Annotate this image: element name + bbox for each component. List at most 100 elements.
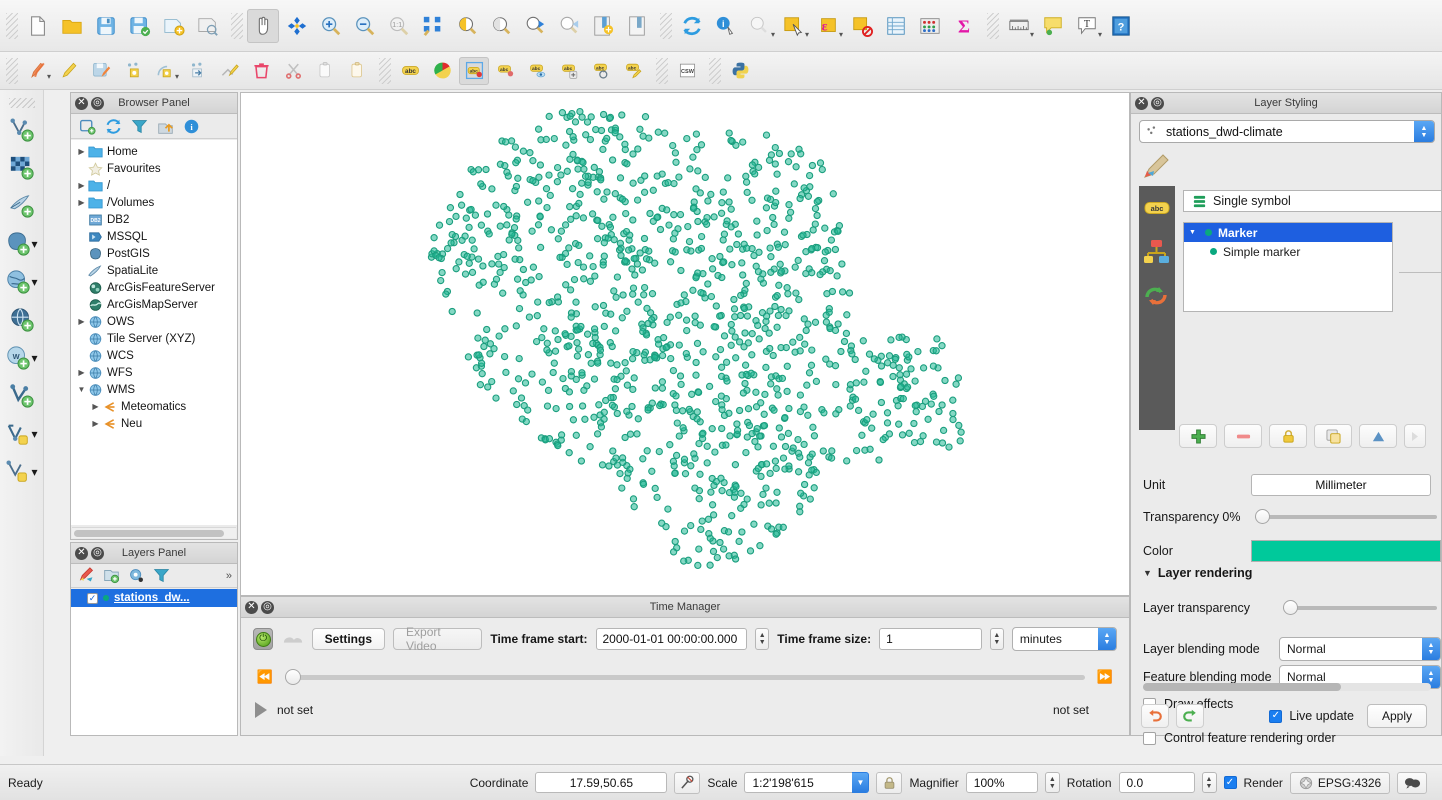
live-update-checkbox[interactable]: ✓ — [1269, 709, 1283, 723]
add-postgis-layer-icon[interactable]: ▾ — [3, 225, 41, 263]
float-icon[interactable]: ◎ — [91, 546, 104, 560]
select-by-expression-icon[interactable]: ε ▾ — [812, 9, 844, 43]
apply-button[interactable]: Apply — [1366, 704, 1427, 728]
magnifier-spinner[interactable]: ▲ ▼ — [1044, 772, 1060, 793]
close-icon[interactable]: ✕ — [1135, 96, 1148, 110]
toolbar-grip[interactable] — [379, 57, 391, 84]
play-button[interactable] — [255, 702, 267, 718]
redo-button[interactable] — [1176, 704, 1204, 728]
chevron-down-icon[interactable]: ▾ — [839, 30, 843, 39]
rotation-spinner[interactable]: ▲ ▼ — [1201, 772, 1217, 793]
color-swatch-button[interactable] — [1251, 540, 1441, 562]
add-wfs-layer-icon[interactable] — [3, 377, 41, 415]
chevron-right-icon[interactable]: ▶ — [75, 368, 88, 377]
toolbar-grip[interactable] — [8, 98, 35, 108]
delete-selected-icon[interactable] — [246, 57, 276, 85]
chevron-down-icon[interactable]: ▾ — [175, 72, 179, 81]
messages-icon[interactable] — [1397, 771, 1428, 794]
layers-list[interactable]: ✓ stations_dw... — [71, 589, 237, 735]
close-icon[interactable]: ✕ — [75, 96, 88, 110]
browser-tree-item[interactable]: ▶ /Volumes — [71, 194, 237, 211]
float-icon[interactable]: ◎ — [261, 600, 274, 614]
pin-labels-icon[interactable]: abc — [491, 57, 521, 85]
layer-rendering-section-header[interactable]: ▼ Layer rendering — [1143, 566, 1441, 580]
toolbar-grip[interactable] — [987, 12, 999, 39]
time-frame-size-spinner[interactable]: ▲ ▼ — [989, 628, 1004, 650]
move-label-icon[interactable]: abc — [555, 57, 585, 85]
rotate-label-icon[interactable]: abc — [587, 57, 617, 85]
save-project-icon[interactable] — [90, 9, 122, 43]
measure-line-icon[interactable]: ▾ — [744, 9, 776, 43]
properties-icon[interactable]: i — [179, 116, 203, 137]
layer-styling-scrollbar[interactable] — [1143, 683, 1431, 691]
zoom-to-selection-icon[interactable] — [451, 9, 483, 43]
save-layer-edits-icon[interactable] — [86, 57, 116, 85]
browser-tree-item[interactable]: ▶ Meteomatics — [71, 398, 237, 415]
chevron-down-icon[interactable]: ▾ — [31, 465, 37, 479]
chevron-right-icon[interactable]: ▶ — [75, 317, 88, 326]
label-icon[interactable]: abc — [395, 57, 425, 85]
pan-to-selection-icon[interactable] — [281, 9, 313, 43]
remove-symbol-layer-button[interactable] — [1224, 424, 1262, 448]
zoom-to-layer-icon[interactable] — [485, 9, 517, 43]
time-frame-start-spinner[interactable]: ▲ ▼ — [755, 628, 770, 650]
deselect-features-icon[interactable] — [846, 9, 878, 43]
collapse-all-icon[interactable] — [153, 116, 177, 137]
fast-forward-icon[interactable]: ⏩ — [1095, 669, 1115, 685]
save-project-as-icon[interactable] — [124, 9, 156, 43]
browser-tree-item[interactable]: MSSQL — [71, 228, 237, 245]
diagrams-tab[interactable] — [1139, 230, 1175, 274]
toolbar-grip[interactable] — [709, 57, 721, 84]
layer-transparency-slider-knob[interactable] — [1283, 600, 1298, 615]
rewind-icon[interactable]: ⏪ — [255, 669, 275, 685]
close-icon[interactable]: ✕ — [75, 546, 88, 560]
time-slider[interactable] — [285, 668, 1085, 685]
chevron-down-icon[interactable]: ▾ — [771, 30, 775, 39]
crs-status-button[interactable]: EPSG:4326 — [1289, 771, 1391, 794]
layer-row[interactable]: ✓ stations_dw... — [71, 589, 237, 607]
add-symbol-layer-button[interactable] — [1179, 424, 1217, 448]
browser-tree-item[interactable]: ▶ WFS — [71, 364, 237, 381]
chevron-right-icon[interactable]: ▶ — [75, 198, 88, 207]
zoom-in-icon[interactable] — [315, 9, 347, 43]
add-raster-layer-icon[interactable] — [3, 149, 41, 187]
open-project-icon[interactable] — [56, 9, 88, 43]
toolbar-grip[interactable] — [231, 12, 243, 39]
zoom-full-icon[interactable] — [417, 9, 449, 43]
time-manager-archive-icon[interactable] — [281, 631, 303, 647]
browser-tree-item[interactable]: ArcGisMapServer — [71, 296, 237, 313]
toolbar-grip[interactable] — [656, 57, 668, 84]
add-wms-layer-icon[interactable] — [3, 301, 41, 339]
browser-tree-item[interactable]: ▶ Neu — [71, 415, 237, 432]
layer-name[interactable]: stations_dw... — [114, 592, 190, 604]
browser-tree-item[interactable]: ArcGisFeatureServer — [71, 279, 237, 296]
zoom-next-icon[interactable] — [553, 9, 585, 43]
lock-scale-icon[interactable] — [876, 771, 903, 794]
field-calculator-icon[interactable] — [914, 9, 946, 43]
modify-attributes-icon[interactable] — [214, 57, 244, 85]
filter-legend-icon[interactable] — [149, 566, 173, 586]
browser-tree-item[interactable]: Tile Server (XYZ) — [71, 330, 237, 347]
renderer-select[interactable]: Single symbol — [1183, 190, 1441, 212]
layer-blending-select[interactable]: Normal ▲ ▼ — [1279, 637, 1441, 661]
control-render-order-checkbox[interactable] — [1143, 731, 1156, 745]
new-print-composer-icon[interactable] — [158, 9, 190, 43]
transparency-slider-knob[interactable] — [1255, 509, 1270, 524]
move-feature-icon[interactable] — [182, 57, 212, 85]
change-label-icon[interactable]: abc — [619, 57, 649, 85]
select-features-icon[interactable]: ▾ — [778, 9, 810, 43]
time-frame-size-field[interactable]: 1 — [879, 628, 982, 650]
map-tips-icon[interactable] — [1037, 9, 1069, 43]
text-annotation-icon[interactable]: T ▾ — [1071, 9, 1103, 43]
scrollbar-thumb[interactable] — [1143, 683, 1341, 691]
time-unit-select[interactable]: minutes ▲ ▼ — [1011, 627, 1117, 651]
chevron-right-icon[interactable]: ▶ — [89, 419, 102, 428]
map-canvas[interactable] — [240, 92, 1130, 596]
new-bookmark-icon[interactable] — [587, 9, 619, 43]
time-manager-power-button[interactable]: ⏻ — [253, 628, 274, 650]
undo-button[interactable] — [1141, 704, 1169, 728]
statistical-summary-icon[interactable]: Σ — [948, 9, 980, 43]
chevron-down-icon[interactable]: ▾ — [31, 275, 37, 289]
layer-transparency-slider[interactable] — [1283, 600, 1437, 615]
float-icon[interactable]: ◎ — [1151, 96, 1164, 110]
